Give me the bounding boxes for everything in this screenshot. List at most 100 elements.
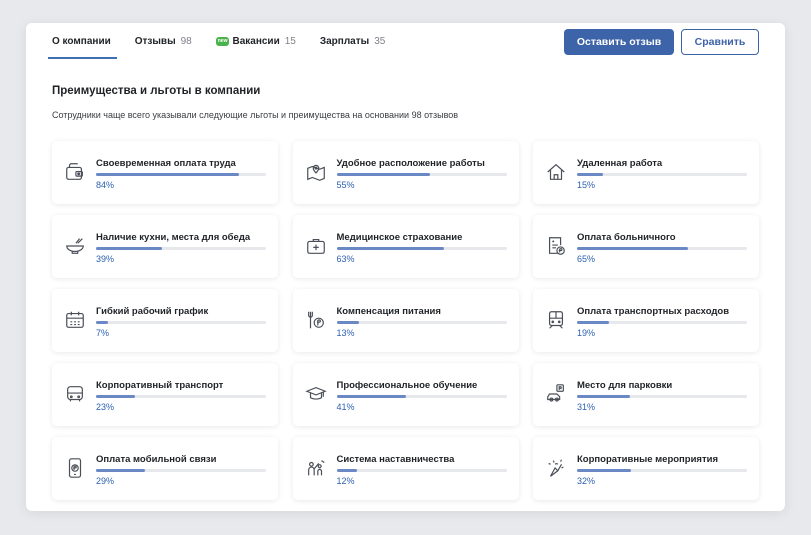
- graduation-cap-icon: [304, 383, 327, 405]
- benefit-label: Оплата мобильной связи: [96, 454, 217, 465]
- company-benefits-card: О компании Отзывы 98 new Вакансии 15 Зар…: [26, 23, 785, 511]
- benefit-progress-track: [577, 395, 747, 398]
- benefit-progress-fill: [336, 469, 357, 472]
- benefit-label: Компенсация питания: [336, 306, 441, 317]
- benefit-card: Корпоративные мероприятия 32%: [533, 437, 759, 500]
- benefit-card: Компенсация питания 13%: [292, 289, 519, 352]
- benefit-label: Удаленная работа: [577, 158, 663, 169]
- benefit-percent: 12%: [336, 476, 355, 486]
- section-title: Преимущества и льготы в компании: [52, 85, 261, 97]
- benefit-percent: 41%: [336, 402, 355, 412]
- benefit-progress-track: [577, 173, 747, 176]
- wallet-icon: [64, 161, 86, 183]
- benefit-label: Место для парковки: [577, 380, 673, 391]
- compare-button[interactable]: Сравнить: [681, 29, 759, 55]
- tab-vacancies-label: Вакансии: [232, 36, 280, 47]
- benefit-label: Оплата транспортных расходов: [577, 306, 730, 317]
- tab-about[interactable]: О компании: [48, 23, 117, 60]
- benefit-label: Наличие кухни, места для обеда: [96, 232, 251, 243]
- benefit-progress-track: [96, 469, 266, 472]
- home-icon: [545, 161, 567, 183]
- benefit-percent: 15%: [577, 180, 596, 190]
- benefit-progress-track: [336, 395, 507, 398]
- benefit-progress-track: [336, 321, 507, 324]
- benefit-progress-fill: [336, 173, 430, 176]
- celebration-icon: [545, 457, 567, 479]
- benefit-card: Оплата транспортных расходов 19%: [533, 289, 759, 352]
- benefit-progress-fill: [577, 321, 610, 324]
- benefit-percent: 65%: [577, 254, 596, 264]
- map-pin-icon: [305, 161, 327, 183]
- benefit-label: Удобное расположение работы: [336, 158, 485, 169]
- benefits-grid: Своевременная оплата труда 84% Удобное рас…: [52, 141, 759, 500]
- benefit-card: Место для парковки 31%: [533, 363, 759, 426]
- tab-reviews-label: Отзывы: [134, 36, 176, 47]
- tab-reviews[interactable]: Отзывы 98: [135, 23, 192, 60]
- benefit-progress-fill: [96, 469, 146, 472]
- benefit-progress-fill: [96, 395, 136, 398]
- benefit-progress-fill: [96, 173, 239, 176]
- tab-salaries[interactable]: Зарплаты 35: [320, 23, 385, 60]
- benefit-percent: 23%: [96, 402, 115, 412]
- benefit-progress-track: [577, 247, 747, 250]
- benefit-label: Корпоративные мероприятия: [577, 454, 719, 465]
- benefit-progress-track: [96, 247, 266, 250]
- parking-car-icon: [545, 383, 567, 405]
- benefit-card: Система наставничества 12%: [292, 437, 519, 500]
- benefit-progress-fill: [336, 321, 359, 324]
- section-subtitle: Сотрудники чаще всего указывали следующи…: [52, 110, 459, 120]
- sick-leave-doc-icon: [545, 235, 567, 257]
- new-badge: new: [215, 37, 230, 46]
- benefit-percent: 31%: [577, 402, 596, 412]
- leave-review-button[interactable]: Оставить отзыв: [564, 29, 674, 55]
- benefit-percent: 63%: [336, 254, 355, 264]
- benefit-card: Профессиональное обучение 41%: [292, 363, 519, 426]
- benefit-label: Профессиональное обучение: [336, 380, 478, 391]
- benefit-card: Корпоративный транспорт 23%: [52, 363, 278, 426]
- benefit-label: Медицинское страхование: [336, 232, 463, 243]
- benefit-card: Оплата больничного 65%: [533, 215, 759, 278]
- benefit-progress-track: [96, 395, 266, 398]
- benefit-percent: 84%: [96, 180, 115, 190]
- benefit-progress-track: [336, 247, 507, 250]
- benefit-progress-track: [96, 321, 266, 324]
- benefit-label: Корпоративный транспорт: [96, 380, 224, 391]
- benefit-progress-track: [336, 173, 507, 176]
- benefit-progress-track: [96, 173, 266, 176]
- benefit-percent: 13%: [336, 328, 355, 338]
- benefit-progress-fill: [577, 469, 632, 472]
- tab-about-label: О компании: [52, 36, 111, 47]
- benefit-percent: 29%: [96, 476, 115, 486]
- benefit-card: Удаленная работа 15%: [533, 141, 759, 204]
- benefit-label: Своевременная оплата труда: [96, 158, 236, 169]
- train-icon: [545, 309, 567, 331]
- tab-vacancies-count: 15: [284, 36, 296, 47]
- benefit-card: Наличие кухни, места для обеда 39%: [52, 215, 278, 278]
- benefit-percent: 39%: [96, 254, 115, 264]
- bus-icon: [64, 383, 86, 405]
- benefit-percent: 55%: [336, 180, 355, 190]
- mobile-payment-icon: [64, 457, 86, 479]
- benefit-card: Гибкий рабочий график 7%: [52, 289, 278, 352]
- benefit-progress-fill: [96, 321, 108, 324]
- tab-salaries-label: Зарплаты: [319, 36, 370, 47]
- tab-salaries-count: 35: [374, 36, 386, 47]
- benefit-progress-track: [577, 469, 747, 472]
- benefit-label: Гибкий рабочий график: [96, 306, 209, 317]
- benefit-card: Медицинское страхование 63%: [292, 215, 519, 278]
- benefit-card: Оплата мобильной связи 29%: [52, 437, 278, 500]
- benefit-label: Оплата больничного: [577, 232, 676, 243]
- tab-vacancies[interactable]: new Вакансии 15: [215, 23, 296, 60]
- benefit-progress-fill: [577, 395, 630, 398]
- benefit-percent: 7%: [96, 328, 110, 338]
- benefit-progress-track: [577, 321, 747, 324]
- tabs-bar: О компании Отзывы 98 new Вакансии 15 Зар…: [48, 23, 409, 71]
- mentoring-icon: [305, 457, 327, 479]
- tab-reviews-count: 98: [180, 36, 192, 47]
- benefit-card: Удобное расположение работы 55%: [292, 141, 519, 204]
- benefit-progress-fill: [336, 247, 444, 250]
- bowl-icon: [64, 235, 86, 257]
- benefit-label: Система наставничества: [336, 454, 455, 465]
- benefit-progress-fill: [336, 395, 407, 398]
- benefit-percent: 19%: [577, 328, 596, 338]
